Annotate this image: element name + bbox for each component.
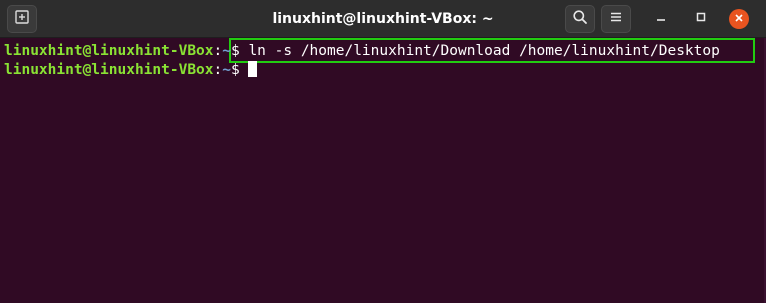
terminal-line: linuxhint@linuxhint-VBox:~$ ln -s /home/… [4,41,720,61]
maximize-icon [695,10,707,28]
prompt-path: ~ [222,62,231,78]
prompt-path: ~ [222,43,231,59]
close-icon [734,10,744,28]
close-button[interactable] [729,9,749,29]
search-button[interactable] [565,5,595,33]
hamburger-menu-icon [609,10,623,29]
minimize-icon [655,10,667,28]
minimize-button[interactable] [651,9,671,29]
prompt-user-host: linuxhint@linuxhint-VBox [4,62,214,78]
command-text [240,62,249,78]
menu-button[interactable] [601,5,631,33]
maximize-button[interactable] [691,9,711,29]
search-icon [572,9,588,30]
command-text: ln -s /home/linuxhint/Download /home/lin… [239,43,720,59]
terminal-line: linuxhint@linuxhint-VBox:~$ [4,60,258,80]
prompt-symbol: $ [230,62,240,78]
terminal-window: linuxhint@linuxhint-VBox: ~ linuxhint@li… [0,0,766,303]
new-tab-button[interactable] [7,5,37,33]
new-tab-icon [14,9,30,30]
prompt-symbol: $ [230,43,240,59]
prompt-separator: : [213,43,223,59]
terminal-area[interactable]: linuxhint@linuxhint-VBox:~$ ln -s /home/… [0,38,766,303]
title-bar[interactable]: linuxhint@linuxhint-VBox: ~ [0,0,766,38]
prompt-separator: : [213,62,223,78]
text-cursor [248,61,258,77]
prompt-user-host: linuxhint@linuxhint-VBox [4,43,214,59]
